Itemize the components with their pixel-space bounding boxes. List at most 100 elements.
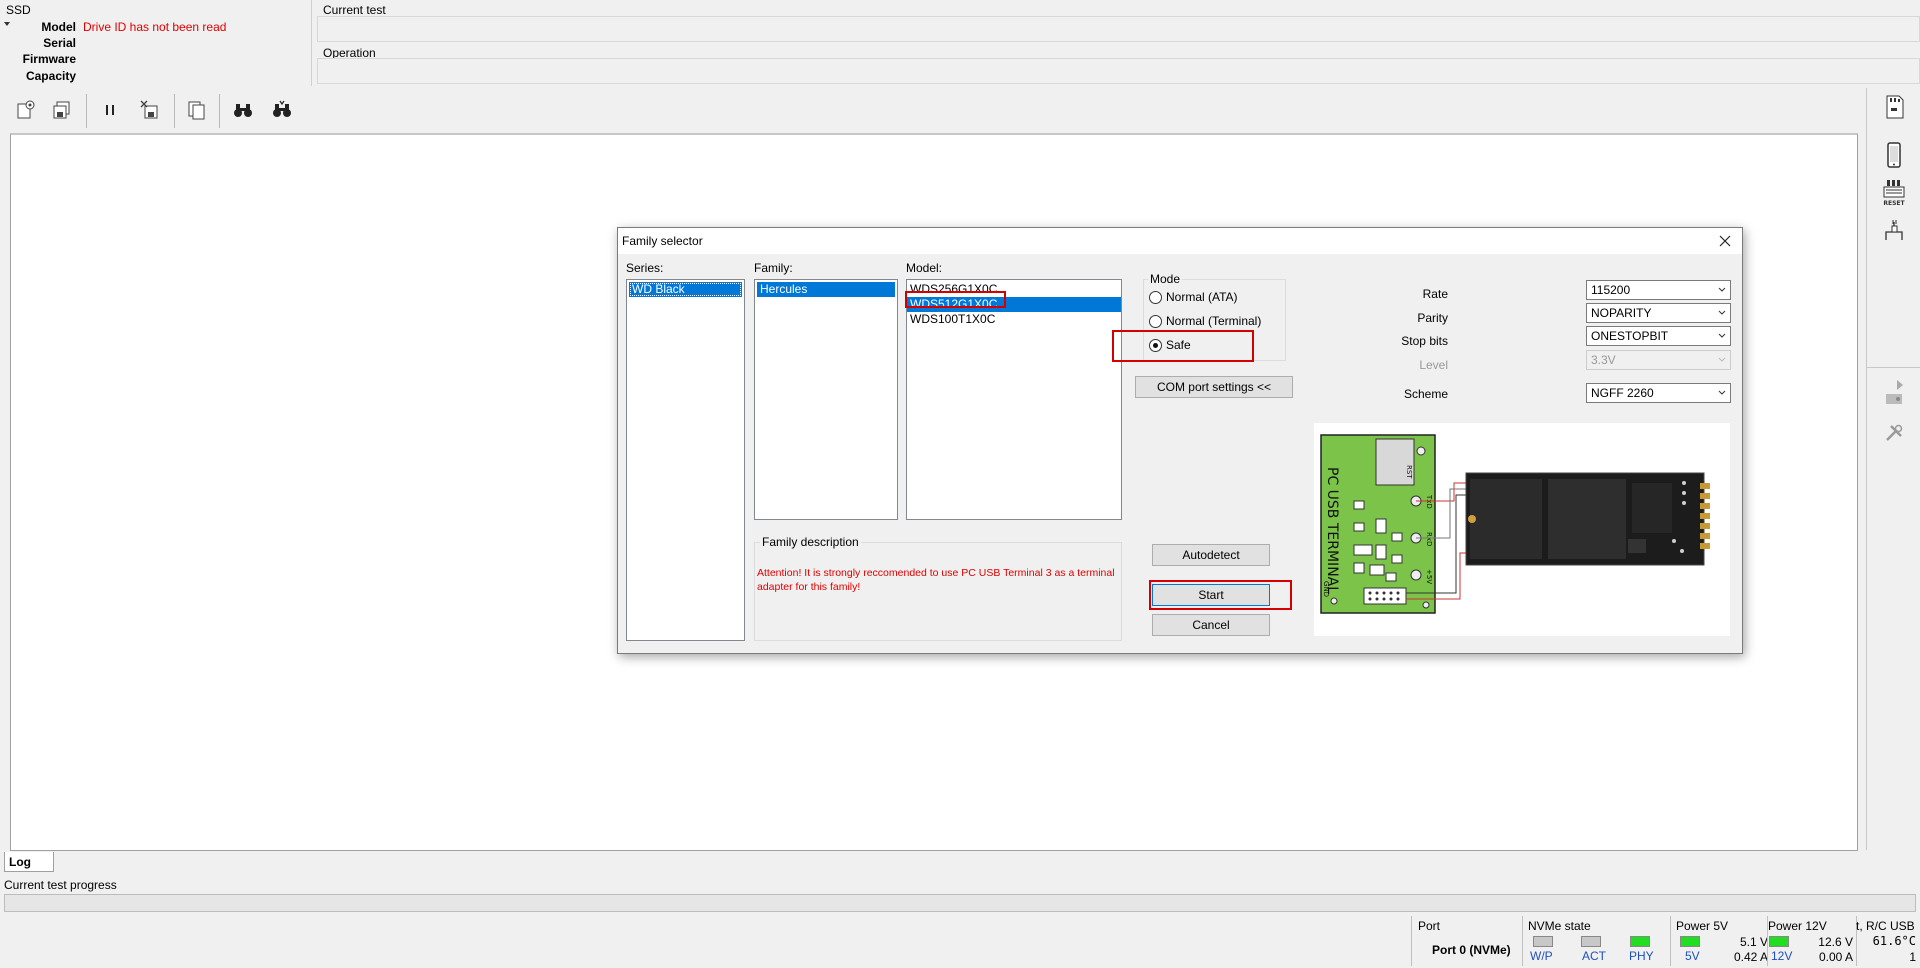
copy-pages-icon [188,101,205,120]
family-item[interactable]: Hercules [757,282,895,297]
status-strip: Port Port 0 (NVMe) NVMe state W/P ACT PH… [1410,914,1920,968]
mode-normal-ata-label: Normal (ATA) [1166,290,1238,304]
pin-label-5v: +5V [1425,569,1433,584]
wp-led-label: W/P [1530,949,1553,963]
scheme-select[interactable]: NGFF 2260 [1586,383,1731,403]
parity-label: Parity [1417,311,1448,325]
family-label: Family: [754,261,793,275]
port-value: Port 0 (NVMe) [1432,943,1511,957]
radio-normal-terminal[interactable] [1149,314,1162,328]
open-drive-button[interactable] [12,96,40,124]
stopbits-label: Stop bits [1401,334,1448,348]
pin-label-gnd: GND [1322,581,1330,597]
cancel-save-button[interactable] [136,96,164,124]
play-test-button[interactable] [1881,378,1907,408]
chevron-down-icon [1718,357,1726,362]
chevron-down-icon [1718,287,1726,292]
rate-select[interactable]: 115200 [1586,280,1731,300]
pin-label-rst: RST [1405,465,1413,479]
level-select: 3.3V [1586,350,1731,370]
progress-label: Current test progress [4,878,117,892]
series-item[interactable]: WD Black [629,282,742,297]
reset-button[interactable]: RESET [1881,178,1907,208]
highlight-start-button [1149,580,1292,610]
scheme-value: NGFF 2260 [1591,386,1654,400]
power5-led [1680,936,1700,947]
power12-led [1769,936,1789,947]
serial-label: Serial [43,36,76,50]
nvme-state-title: NVMe state [1528,919,1591,933]
power12-current: 0.00 A [1818,950,1853,964]
capacity-label: Capacity [25,69,76,83]
act-led [1581,936,1601,947]
phy-led [1630,936,1650,947]
power5-voltage: 5.1 V [1739,935,1768,949]
test-progress-bar [4,894,1916,912]
level-label: Level [1419,358,1448,372]
family-description-title: Family description [760,535,861,549]
wiring-diagram-image: PC USB TERMINAL RST TxD RxD +5V GND [1320,434,1710,614]
rate-value: 115200 [1591,283,1631,297]
model-item[interactable]: WDS100T1X0C [907,312,1121,327]
port-title: Port [1418,919,1441,933]
mode-normal-ata[interactable]: Normal (ATA) [1149,290,1238,304]
operation-field [317,58,1920,84]
phy-led-label: PHY [1629,949,1654,963]
play-drive-icon [1886,380,1903,404]
power5-current: 0.42 A [1733,950,1768,964]
wiring-diagram: PC USB TERMINAL RST TxD RxD +5V GND [1314,423,1730,636]
tab-log[interactable]: Log [4,852,54,872]
parity-value: NOPARITY [1591,306,1652,320]
close-icon [1719,235,1731,247]
series-label: Series: [626,261,664,275]
find-button[interactable] [229,96,257,124]
power-connect-button[interactable] [1881,216,1907,246]
pin-label-rxd: RxD [1425,532,1433,546]
model-list-label: Model: [906,261,943,275]
dialog-titlebar[interactable]: Family selector [618,228,1742,254]
highlight-selected-model [905,291,1006,308]
ssd-panel-title: SSD [6,3,31,17]
current-test-field [317,16,1920,42]
board-text: PC USB TERMINAL [1324,467,1340,594]
chevron-down-icon [1718,333,1726,338]
highlight-safe-mode [1112,330,1254,362]
save-stack-icon [53,101,70,119]
find-next-button[interactable] [268,96,296,124]
series-list[interactable]: WD Black [626,279,745,641]
com-port-settings-button[interactable]: COM port settings << [1135,376,1293,398]
save-drive-button[interactable] [48,96,76,124]
stopbits-value: ONESTOPBIT [1591,329,1669,343]
mode-normal-terminal-label: Normal (Terminal) [1166,314,1262,328]
model-value: Drive ID has not been read [83,20,227,34]
phone-button[interactable] [1881,140,1907,170]
tools-button[interactable] [1881,418,1907,448]
copy-button[interactable] [182,96,210,124]
current-test-label: Current test [323,3,386,17]
sd-card-button[interactable] [1881,92,1907,122]
disk-cancel-icon [140,100,158,119]
model-list[interactable]: WDS256G1X0C WDS512G1X0C WDS100T1X0C [906,279,1122,520]
pause-icon [106,105,114,115]
mode-normal-terminal[interactable]: Normal (Terminal) [1149,314,1261,328]
family-list[interactable]: Hercules [754,279,898,520]
temp-title: t, R/C USB [1856,919,1915,933]
firmware-label: Firmware [22,52,76,66]
reset-icon: RESET [1883,180,1906,207]
pause-button[interactable] [96,96,124,124]
tools-icon [1886,424,1903,441]
autodetect-button[interactable]: Autodetect [1152,544,1270,566]
sd-card-icon [1886,95,1904,119]
radio-normal-ata[interactable] [1149,290,1162,304]
act-led-label: ACT [1582,949,1606,963]
binoculars-next-icon [273,100,291,117]
parity-select[interactable]: NOPARITY [1586,303,1731,323]
power12-voltage: 12.6 V [1818,935,1853,949]
power12-led-label: 12V [1771,949,1793,963]
svg-text:RESET: RESET [1883,200,1905,207]
dialog-close-button[interactable] [1714,230,1736,252]
scheme-label: Scheme [1403,387,1448,401]
cancel-button[interactable]: Cancel [1152,614,1270,636]
binoculars-icon [234,104,252,117]
stopbits-select[interactable]: ONESTOPBIT [1586,326,1731,346]
